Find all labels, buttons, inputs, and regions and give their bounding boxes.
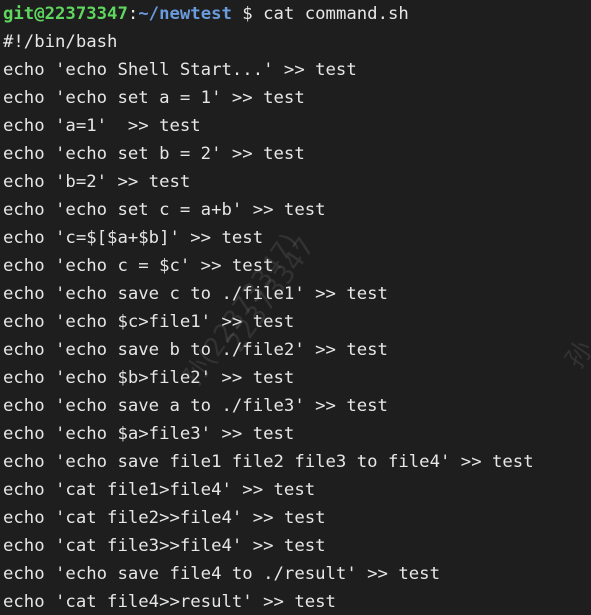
prompt-symbol: $ <box>231 4 264 24</box>
output-line: echo 'cat file1>file4' >> test <box>3 480 316 500</box>
output-line: echo 'echo save b to ./file2' >> test <box>3 340 388 360</box>
output-line: echo 'cat file4>>result' >> test <box>3 592 336 612</box>
prompt-cwd: ~/newtest <box>138 4 232 24</box>
output-line: echo 'echo save file4 to ./result' >> te… <box>3 564 440 584</box>
output-line: echo 'echo $c>file1' >> test <box>3 312 295 332</box>
prompt-line: git@22373347:~/newtest $ cat command.sh <box>3 0 591 28</box>
output-line: echo 'echo save c to ./file1' >> test <box>3 284 388 304</box>
terminal-window[interactable]: git@22373347:~/newtest $ cat command.sh … <box>0 0 591 615</box>
output-line: echo 'echo set c = a+b' >> test <box>3 200 326 220</box>
output-line: #!/bin/bash <box>3 32 118 52</box>
prompt-user-host: git@22373347 <box>3 4 128 24</box>
output-line: echo 'cat file2>>file4' >> test <box>3 508 326 528</box>
output-line: echo 'echo $a>file3' >> test <box>3 424 295 444</box>
prompt-separator: : <box>127 4 139 24</box>
output-line: echo 'echo save file1 file2 file3 to fil… <box>3 452 534 472</box>
output-line: echo 'c=$[$a+$b]' >> test <box>3 228 264 248</box>
output-line: echo 'cat file3>>file4' >> test <box>3 536 326 556</box>
output-line: echo 'echo save a to ./file3' >> test <box>3 396 388 416</box>
output-line: echo 'echo $b>file2' >> test <box>3 368 295 388</box>
output-line: echo 'echo Shell Start...' >> test <box>3 60 357 80</box>
output-line: echo 'b=2' >> test <box>3 172 191 192</box>
output-line: echo 'echo set b = 2' >> test <box>3 144 305 164</box>
output-line: echo 'echo c = $c' >> test <box>3 256 274 276</box>
output-line: echo 'echo set a = 1' >> test <box>3 88 305 108</box>
output-line: echo 'a=1' >> test <box>3 116 201 136</box>
prompt-command: cat command.sh <box>263 4 409 24</box>
